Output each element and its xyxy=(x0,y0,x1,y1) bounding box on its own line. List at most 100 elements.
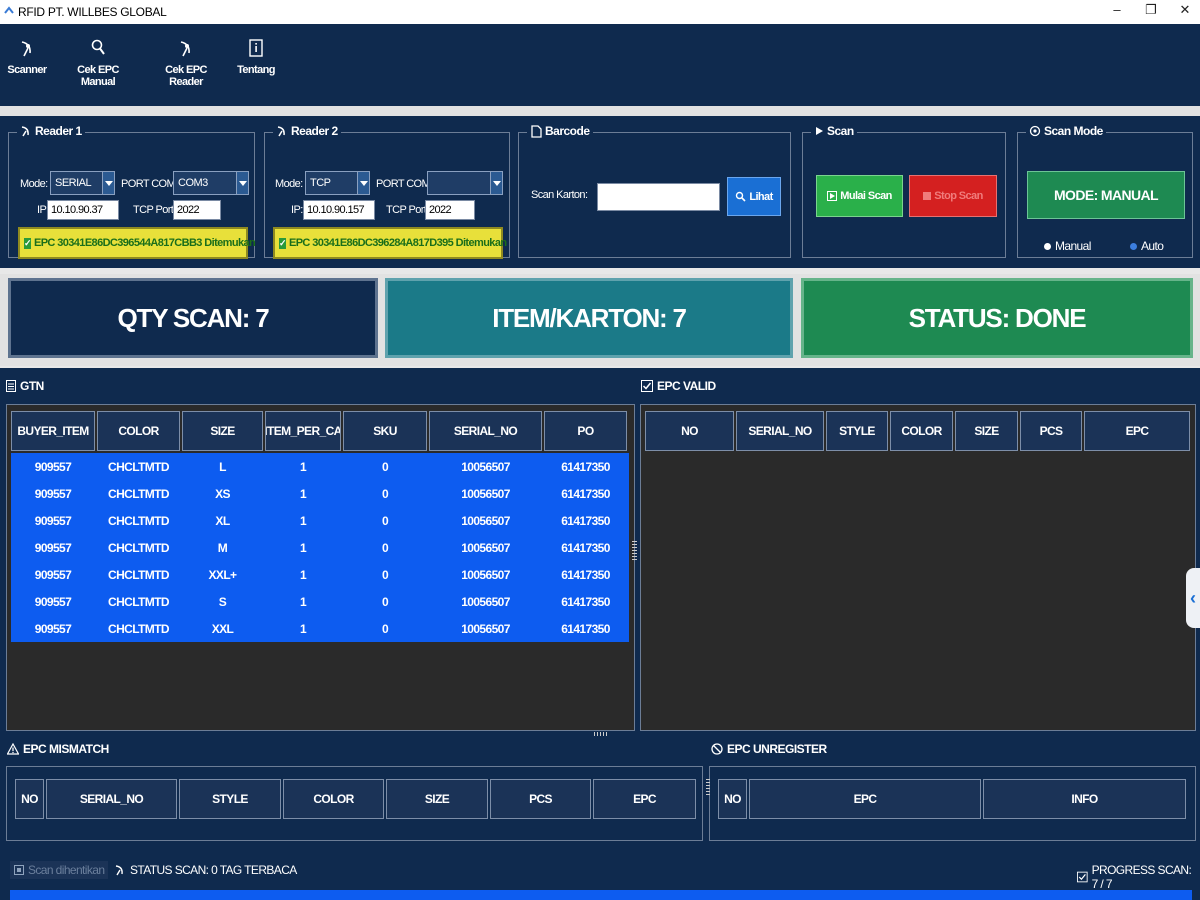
reader1-mode-value: SERIAL xyxy=(55,177,92,189)
table-cell: 909557 xyxy=(34,621,72,636)
satellite-dish-icon xyxy=(277,126,285,137)
reader2-tcp-input[interactable] xyxy=(425,200,475,220)
epc-unregister-header-row: NO EPC INFO xyxy=(718,779,1188,819)
gtn-col-po[interactable]: PO xyxy=(544,411,627,451)
reader1-epc-status-text: EPC 30341E86DC396544A817CBB3 Ditemukan xyxy=(33,237,256,249)
epc-mismatch-col-serial-no[interactable]: SERIAL_NO xyxy=(46,779,177,819)
table-cell: 61417350 xyxy=(561,567,610,582)
table-row[interactable]: 909557 CHCLTMTD M 1 0 10056507 61417350 xyxy=(11,534,629,561)
epc-valid-col-serial-no[interactable]: SERIAL_NO xyxy=(736,411,824,451)
table-cell: 1 xyxy=(299,594,307,609)
reader2-title: Reader 2 xyxy=(273,124,341,138)
table-cell: CHCLTMTD xyxy=(108,486,170,501)
barcode-title: Barcode xyxy=(527,124,593,138)
epc-valid-col-color[interactable]: COLOR xyxy=(890,411,953,451)
satellite-dish-icon xyxy=(21,41,31,57)
table-cell: 909557 xyxy=(34,540,72,555)
resize-grip-icon[interactable] xyxy=(706,779,710,797)
reader2-group: Reader 2 Mode: TCP PORT COM: IP: TCP Por… xyxy=(264,124,510,259)
reader2-ip-input[interactable] xyxy=(303,200,375,220)
scan-title: Scan xyxy=(811,124,857,138)
resize-grip-icon[interactable] xyxy=(632,541,637,561)
table-cell: XL xyxy=(215,513,230,528)
gtn-title-text: GTN xyxy=(20,379,44,393)
side-collapse-button[interactable]: ‹ xyxy=(1186,568,1200,628)
epc-mismatch-col-color[interactable]: COLOR xyxy=(283,779,384,819)
epc-mismatch-col-pcs[interactable]: PCS xyxy=(490,779,591,819)
auto-radio[interactable]: Auto xyxy=(1130,239,1164,253)
reader1-port-value: COM3 xyxy=(178,177,208,189)
table-cell: 0 xyxy=(381,594,389,609)
epc-unregister-title: EPC UNREGISTER xyxy=(711,742,827,756)
mode-manual-button[interactable]: MODE: MANUAL xyxy=(1027,171,1185,219)
table-cell: 10056507 xyxy=(461,594,510,609)
reader2-port-select[interactable] xyxy=(427,171,503,195)
stop-scan-button[interactable]: Stop Scan xyxy=(909,175,997,217)
search-icon xyxy=(91,39,105,55)
toolbar-tentang-label: Tentang xyxy=(237,64,275,76)
reader2-ip-label: IP: xyxy=(291,204,303,216)
mode-manual-label: MODE: MANUAL xyxy=(1053,187,1159,203)
epc-mismatch-title: EPC MISMATCH xyxy=(7,742,109,756)
gtn-col-color[interactable]: COLOR xyxy=(97,411,180,451)
table-cell: 0 xyxy=(381,540,389,555)
gtn-col-serial-no[interactable]: SERIAL_NO xyxy=(429,411,542,451)
table-row[interactable]: 909557 CHCLTMTD XXL+ 1 0 10056507 61417350 xyxy=(11,561,629,588)
epc-mismatch-col-no[interactable]: NO xyxy=(15,779,44,819)
reader1-tcp-label: TCP Port: xyxy=(133,204,176,216)
tables-panel: GTN BUYER_ITEM COLOR SIZE ITEM_PER_CA SK… xyxy=(0,368,1200,853)
reader1-port-select[interactable]: COM3 xyxy=(173,171,249,195)
gtn-col-size[interactable]: SIZE xyxy=(182,411,263,451)
table-cell: 909557 xyxy=(34,567,72,582)
table-cell: 61417350 xyxy=(561,621,610,636)
epc-unregister-col-epc[interactable]: EPC xyxy=(749,779,981,819)
scan-karton-input[interactable] xyxy=(597,183,720,211)
epc-valid-col-style[interactable]: STYLE xyxy=(826,411,888,451)
toolbar-scanner-button[interactable]: Scanner xyxy=(6,38,48,76)
restore-button[interactable]: ❐ xyxy=(1136,2,1166,20)
table-row[interactable]: 909557 CHCLTMTD XL 1 0 10056507 61417350 xyxy=(11,507,629,534)
satellite-dish-icon xyxy=(21,126,29,137)
epc-mismatch-col-style[interactable]: STYLE xyxy=(179,779,281,819)
barcode-group: Barcode Scan Karton: Lihat xyxy=(518,124,791,258)
toolbar-tentang-button[interactable]: Tentang xyxy=(236,38,276,76)
epc-valid-col-no[interactable]: NO xyxy=(645,411,734,451)
table-row[interactable]: 909557 CHCLTMTD L 1 0 10056507 61417350 xyxy=(11,453,629,480)
reader2-mode-select[interactable]: TCP xyxy=(305,171,370,195)
mulai-scan-button[interactable]: Mulai Scan xyxy=(816,175,903,217)
document-icon xyxy=(531,124,542,138)
toolbar-cek-epc-reader-button[interactable]: Cek EPC Reader xyxy=(150,38,222,88)
title-bar: RFID PT. WILLBES GLOBAL – ❐ ✕ xyxy=(0,0,1200,24)
scan-mode-title: Scan Mode xyxy=(1026,124,1106,138)
toolbar-cek-epc-manual-button[interactable]: Cek EPC Manual xyxy=(62,38,134,88)
resize-grip-icon[interactable] xyxy=(594,732,608,736)
lihat-button[interactable]: Lihat xyxy=(727,177,781,216)
table-cell: 1 xyxy=(299,567,307,582)
table-row[interactable]: 909557 CHCLTMTD XXL 1 0 10056507 61417350 xyxy=(11,615,629,642)
gtn-col-item-per-ca[interactable]: ITEM_PER_CA xyxy=(265,411,341,451)
reader1-ip-input[interactable] xyxy=(47,200,119,220)
table-cell: 10056507 xyxy=(461,459,510,474)
epc-mismatch-col-size[interactable]: SIZE xyxy=(386,779,488,819)
reader1-mode-select[interactable]: SERIAL xyxy=(50,171,115,195)
table-cell: 0 xyxy=(381,459,389,474)
gtn-header-row: BUYER_ITEM COLOR SIZE ITEM_PER_CA SKU SE… xyxy=(11,411,629,451)
manual-radio[interactable]: Manual xyxy=(1044,239,1091,253)
gtn-col-sku[interactable]: SKU xyxy=(343,411,427,451)
reader1-tcp-input[interactable] xyxy=(173,200,221,220)
table-row[interactable]: 909557 CHCLTMTD S 1 0 10056507 61417350 xyxy=(11,588,629,615)
table-row[interactable]: 909557 CHCLTMTD XS 1 0 10056507 61417350 xyxy=(11,480,629,507)
minimize-button[interactable]: – xyxy=(1102,2,1132,20)
gtn-col-buyer-item[interactable]: BUYER_ITEM xyxy=(11,411,95,451)
epc-unregister-col-no[interactable]: NO xyxy=(718,779,747,819)
reader1-port-label: PORT COM: xyxy=(121,178,178,190)
epc-mismatch-col-epc[interactable]: EPC xyxy=(593,779,696,819)
progress-bar xyxy=(10,890,1192,900)
epc-unregister-col-info[interactable]: INFO xyxy=(983,779,1186,819)
item-karton-text: ITEM/KARTON: 7 xyxy=(492,302,687,333)
epc-valid-col-pcs[interactable]: PCS xyxy=(1020,411,1082,451)
epc-valid-col-size[interactable]: SIZE xyxy=(955,411,1018,451)
epc-valid-col-epc[interactable]: EPC xyxy=(1084,411,1190,451)
table-cell: 10056507 xyxy=(461,513,510,528)
close-button[interactable]: ✕ xyxy=(1170,2,1200,20)
